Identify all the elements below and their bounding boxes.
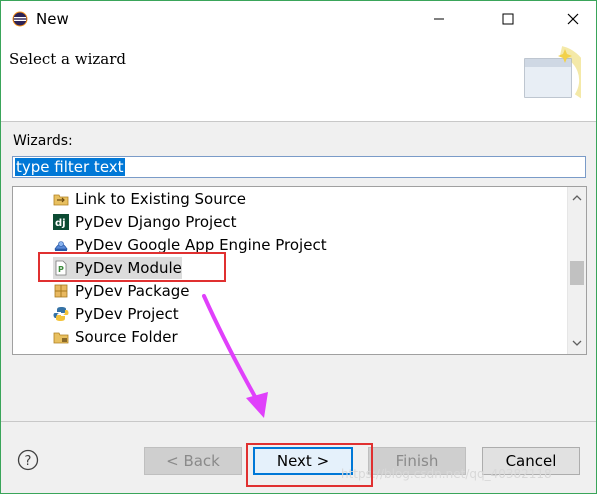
chevron-up-icon	[572, 195, 582, 201]
google-app-engine-icon	[53, 237, 69, 253]
chevron-down-icon	[572, 340, 582, 346]
package-icon	[53, 283, 69, 299]
tree-item-source-folder[interactable]: Source Folder	[53, 326, 178, 348]
tree-item-pydev-django-project[interactable]: dj PyDev Django Project	[53, 211, 237, 233]
help-icon: ?	[17, 449, 39, 471]
svg-text:?: ?	[25, 454, 32, 469]
tree-item-label: Link to Existing Source	[75, 190, 247, 208]
help-button[interactable]: ?	[17, 449, 39, 471]
maximize-icon	[502, 13, 514, 25]
filter-input[interactable]: type filter text	[12, 156, 586, 178]
close-button[interactable]	[550, 1, 596, 37]
wizard-banner-icon	[521, 45, 590, 105]
scroll-up-button[interactable]	[568, 189, 586, 207]
tree-item-label: PyDev Django Project	[75, 213, 237, 231]
django-icon: dj	[53, 214, 69, 230]
highlight-box-next-button	[246, 443, 373, 487]
minimize-button[interactable]	[416, 1, 462, 37]
highlight-box-pydev-module	[38, 252, 226, 282]
title-bar: New	[1, 1, 596, 37]
source-folder-icon	[53, 329, 69, 345]
filter-text: type filter text	[15, 158, 125, 176]
button-bar-separator	[1, 421, 596, 422]
new-wizard-dialog: New Select a wizard Wizards: type filter…	[0, 0, 597, 494]
minimize-icon	[434, 18, 444, 20]
back-button[interactable]: < Back	[144, 447, 242, 475]
tree-item-link-to-existing-source[interactable]: Link to Existing Source	[53, 188, 246, 210]
python-icon	[53, 306, 69, 322]
tree-item-pydev-package[interactable]: PyDev Package	[53, 280, 190, 302]
close-icon	[567, 13, 579, 25]
window-title: New	[36, 10, 69, 28]
tree-item-pydev-project[interactable]: PyDev Project	[53, 303, 179, 325]
eclipse-icon	[12, 11, 28, 27]
tree-item-label: PyDev Package	[75, 282, 190, 300]
tree-item-label: Source Folder	[75, 328, 178, 346]
tree-scrollbar[interactable]	[567, 187, 586, 354]
tree-item-label: PyDev Project	[75, 305, 179, 323]
wizard-header: Select a wizard	[1, 37, 596, 122]
svg-text:dj: dj	[55, 218, 66, 229]
wizards-label: Wizards:	[13, 133, 73, 149]
link-folder-icon	[53, 191, 69, 207]
header-text: Select a wizard	[9, 50, 126, 68]
maximize-button[interactable]	[485, 1, 531, 37]
scroll-down-button[interactable]	[568, 334, 586, 352]
scroll-thumb[interactable]	[570, 261, 584, 285]
